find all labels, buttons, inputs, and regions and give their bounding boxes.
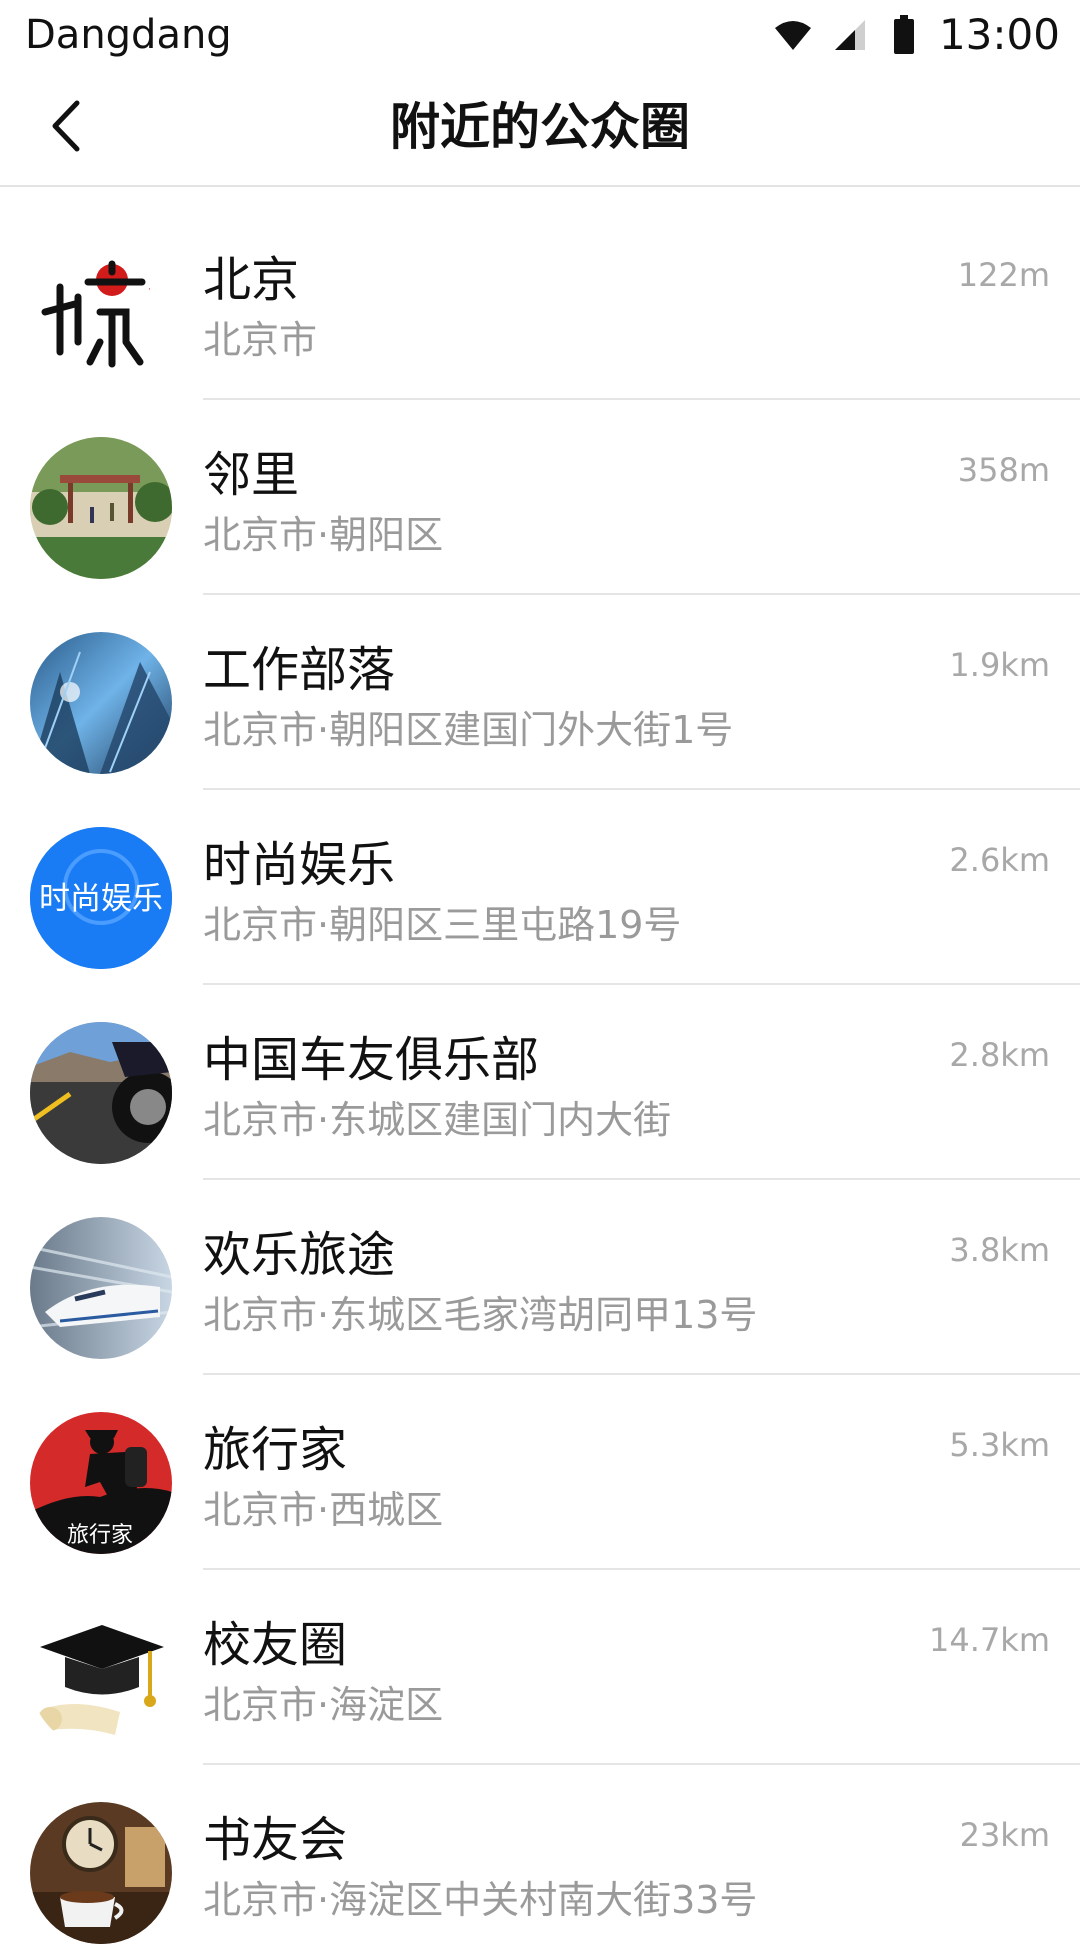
coffee-clock-photo-icon <box>30 1802 172 1944</box>
beijing-logo-icon: · <box>30 242 172 384</box>
circle-distance: 2.6km <box>949 841 1050 879</box>
avatar: 旅行家 <box>30 1412 172 1554</box>
circle-name: 书友会 <box>203 1812 348 1868</box>
battery-icon <box>893 15 915 55</box>
avatar <box>30 632 172 774</box>
list-item[interactable]: 欢乐旅途 北京市·东城区毛家湾胡同甲13号 3.8km <box>0 1180 1080 1375</box>
circle-address: 北京市·朝阳区建国门外大街1号 <box>203 708 734 752</box>
circle-distance: 5.3km <box>949 1426 1050 1464</box>
nav-bar: 附近的公众圈 <box>0 70 1080 187</box>
circle-distance: 14.7km <box>929 1621 1050 1659</box>
circle-address: 北京市 <box>203 318 318 362</box>
traveler-silhouette-icon: 旅行家 <box>30 1412 172 1554</box>
circle-distance: 1.9km <box>949 646 1050 684</box>
circle-address: 北京市·朝阳区 <box>203 513 444 557</box>
circle-address: 北京市·海淀区 <box>203 1683 444 1727</box>
circle-distance: 358m <box>957 451 1050 489</box>
park-photo-icon <box>30 437 172 579</box>
svg-text:·: · <box>148 285 151 295</box>
back-button[interactable] <box>30 90 100 165</box>
list-item[interactable]: 邻里 北京市·朝阳区 358m <box>0 400 1080 595</box>
circle-address: 北京市·朝阳区三里屯路19号 <box>203 903 682 947</box>
page-title: 附近的公众圈 <box>390 98 690 156</box>
list-item[interactable]: 工作部落 北京市·朝阳区建国门外大街1号 1.9km <box>0 595 1080 790</box>
circle-address: 北京市·东城区毛家湾胡同甲13号 <box>203 1293 758 1337</box>
circle-distance: 23km <box>959 1816 1050 1854</box>
list-item[interactable]: 旅行家 旅行家 北京市·西城区 5.3km <box>0 1375 1080 1570</box>
circle-address: 北京市·西城区 <box>203 1488 444 1532</box>
avatar-label: 旅行家 <box>67 1523 133 1548</box>
chevron-left-icon <box>45 99 85 157</box>
circle-name: 北京 <box>203 252 300 308</box>
circle-distance: 3.8km <box>949 1231 1050 1269</box>
circle-distance: 122m <box>957 256 1050 294</box>
avatar <box>30 1607 172 1749</box>
list-item[interactable]: · 北京 北京市 122m <box>0 205 1080 400</box>
bullet-train-photo-icon <box>30 1217 172 1359</box>
status-time: 13:00 <box>938 10 1060 59</box>
wifi-icon <box>773 18 813 52</box>
car-road-photo-icon <box>30 1022 172 1164</box>
avatar-label: 时尚娱乐 <box>39 881 163 917</box>
circle-name: 工作部落 <box>203 642 396 698</box>
avatar <box>30 1802 172 1944</box>
circle-name: 欢乐旅途 <box>203 1227 396 1283</box>
circle-address: 北京市·东城区建国门内大街 <box>203 1098 672 1142</box>
circle-name: 旅行家 <box>203 1422 348 1478</box>
avatar <box>30 437 172 579</box>
list-item[interactable]: 时尚娱乐 时尚娱乐 北京市·朝阳区三里屯路19号 2.6km <box>0 790 1080 985</box>
avatar: 时尚娱乐 <box>30 827 172 969</box>
circle-name: 校友圈 <box>203 1617 348 1673</box>
graduation-cap-icon <box>30 1607 172 1749</box>
circle-name: 中国车友俱乐部 <box>203 1032 540 1088</box>
status-bar: Dangdang 13:00 <box>0 0 1080 70</box>
skyscraper-photo-icon <box>30 632 172 774</box>
list-item[interactable]: 校友圈 北京市·海淀区 14.7km <box>0 1570 1080 1765</box>
list-item[interactable]: 中国车友俱乐部 北京市·东城区建国门内大街 2.8km <box>0 985 1080 1180</box>
circle-name: 时尚娱乐 <box>203 837 396 893</box>
avatar <box>30 1022 172 1164</box>
circle-name: 邻里 <box>203 447 300 503</box>
carrier-name: Dangdang <box>25 12 232 58</box>
circle-distance: 2.8km <box>949 1036 1050 1074</box>
avatar: · <box>30 242 172 384</box>
fashion-badge-icon: 时尚娱乐 <box>30 827 172 969</box>
circle-address: 北京市·海淀区中关村南大街33号 <box>203 1878 758 1922</box>
cell-signal-icon <box>833 18 867 52</box>
list-item[interactable]: 书友会 北京市·海淀区中关村南大街33号 23km <box>0 1765 1080 1960</box>
status-icons: 13:00 <box>773 10 1060 60</box>
circle-list: · 北京 北京市 122m 邻里 北京市·朝阳区 358m 工作部落 北京市·朝… <box>0 205 1080 1960</box>
avatar <box>30 1217 172 1359</box>
